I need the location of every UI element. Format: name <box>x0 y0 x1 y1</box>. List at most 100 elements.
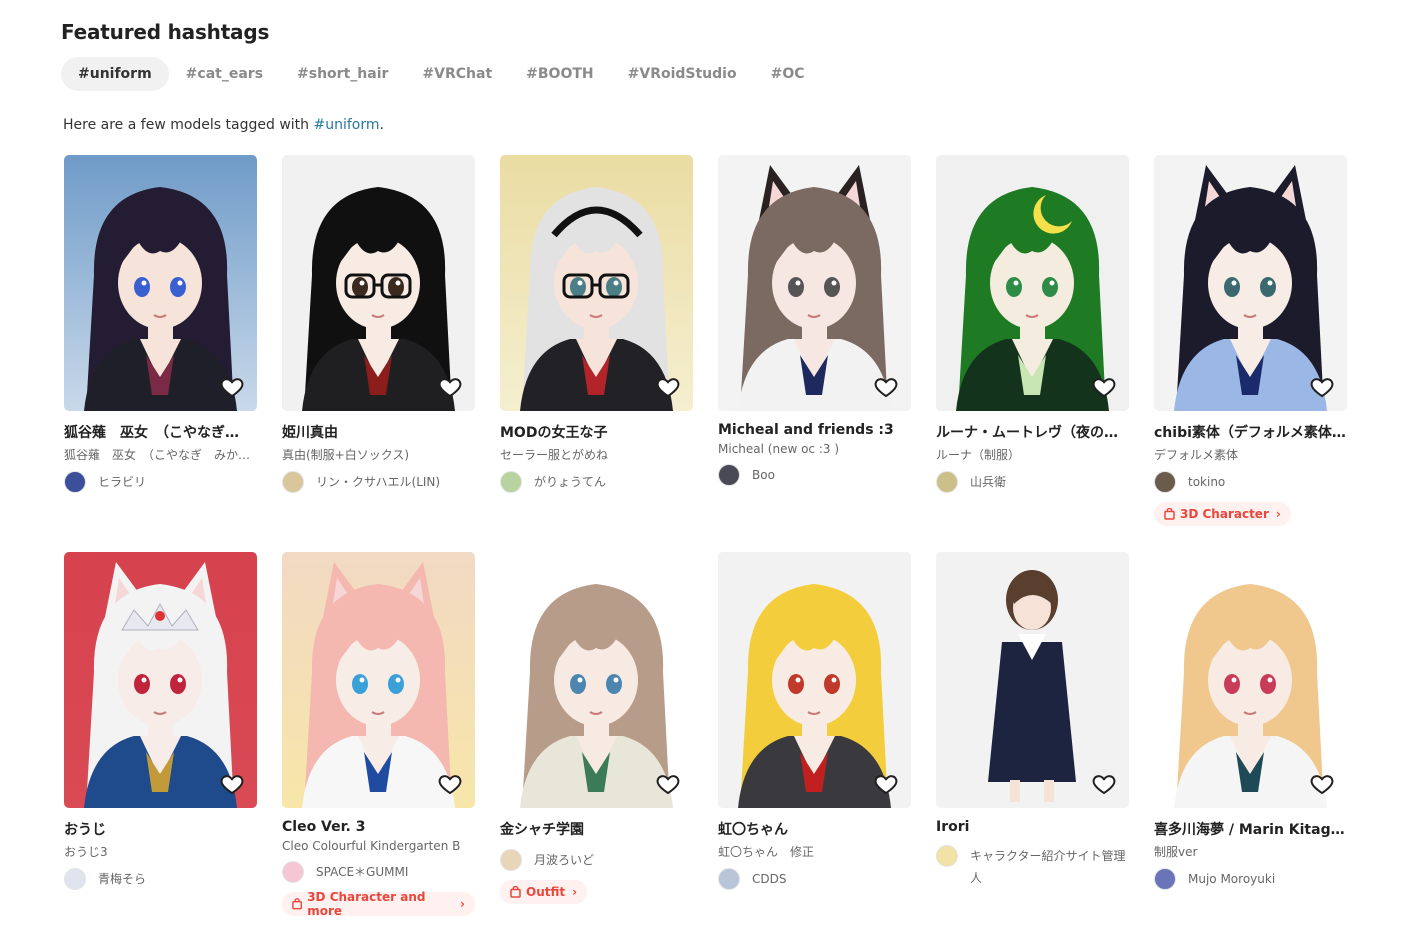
model-name[interactable]: 金シャチ学園 <box>500 819 693 839</box>
model-subtitle: Cleo Colourful Kindergarten B <box>282 839 461 853</box>
tag-uniform[interactable]: #uniform <box>61 57 169 91</box>
author-link[interactable]: SPACE＊GUMMI <box>282 861 475 883</box>
avatar <box>1154 471 1176 493</box>
model-card: 喜多川海夢 / Marin Kitagawa 制服ver Mujo Moroyu… <box>1154 552 1347 949</box>
tag-oc[interactable]: #OC <box>754 57 822 91</box>
chevron-right-icon: › <box>460 897 465 911</box>
category-badge[interactable]: 3D Character and more › <box>282 890 475 918</box>
intro-text: Here are a few models tagged with #unifo… <box>63 117 384 133</box>
author-link[interactable]: がりょうてん <box>500 471 693 493</box>
model-grid: 狐谷薙 巫女 （こやなぎ… 狐谷薙 巫女 （こやなぎ みか… ヒラビリ 姫川真由… <box>64 155 1347 949</box>
model-subtitle: デフォルメ素体 <box>1154 448 1239 462</box>
author-link[interactable]: 月波ろいど <box>500 849 693 871</box>
avatar <box>64 471 86 493</box>
model-thumbnail[interactable] <box>500 552 693 808</box>
model-card: おうじ おうじ3 青梅そら <box>64 552 257 949</box>
model-card: Micheal and friends :3 Micheal (new oc :… <box>718 155 911 552</box>
shopping-bag-icon <box>510 886 521 898</box>
author-name: Mujo Moroyuki <box>1188 872 1276 886</box>
model-subtitle: セーラー服とがめね <box>500 448 609 462</box>
model-name[interactable]: Cleo Ver. 3 <box>282 819 475 835</box>
model-name[interactable]: Irori <box>936 819 1129 835</box>
avatar <box>718 464 740 486</box>
model-card: 狐谷薙 巫女 （こやなぎ… 狐谷薙 巫女 （こやなぎ みか… ヒラビリ <box>64 155 257 552</box>
avatar <box>64 868 86 890</box>
author-name: CDDS <box>752 872 787 886</box>
model-card: ルーナ・ムートレヴ（夜の… ルーナ（制服） 山兵衛 <box>936 155 1129 552</box>
author-link[interactable]: リン・クサハエル(LIN) <box>282 471 475 493</box>
model-subtitle: 真由(制服+白ソックス) <box>282 448 410 462</box>
model-name[interactable]: 喜多川海夢 / Marin Kitagawa <box>1154 819 1347 839</box>
heart-icon[interactable] <box>1310 772 1334 796</box>
author-link[interactable]: Boo <box>718 464 911 486</box>
heart-icon[interactable] <box>220 375 244 399</box>
tag-short-hair[interactable]: #short_hair <box>280 57 405 91</box>
avatar <box>282 471 304 493</box>
avatar <box>500 849 522 871</box>
author-name: tokino <box>1188 475 1226 489</box>
heart-icon[interactable] <box>1092 772 1116 796</box>
tag-cat-ears[interactable]: #cat_ears <box>169 57 280 91</box>
author-link[interactable]: ヒラビリ <box>64 471 257 493</box>
heart-icon[interactable] <box>1092 375 1116 399</box>
model-thumbnail[interactable] <box>718 155 911 411</box>
author-link[interactable]: キャラクター紹介サイト管理人 <box>936 845 1129 889</box>
heart-icon[interactable] <box>874 772 898 796</box>
model-thumbnail[interactable] <box>936 552 1129 808</box>
model-name[interactable]: 虹〇ちゃん <box>718 819 911 839</box>
model-thumbnail[interactable] <box>64 155 257 411</box>
model-name[interactable]: おうじ <box>64 819 257 839</box>
section-title: Featured hashtags <box>61 20 270 44</box>
author-name: ヒラビリ <box>98 475 147 489</box>
model-thumbnail[interactable] <box>1154 552 1347 808</box>
author-name: キャラクター紹介サイト管理人 <box>970 849 1126 885</box>
category-badge[interactable]: Outfit › <box>500 880 588 904</box>
model-name[interactable]: Micheal and friends :3 <box>718 422 911 438</box>
model-thumbnail[interactable] <box>718 552 911 808</box>
author-link[interactable]: 山兵衛 <box>936 471 1129 493</box>
model-thumbnail[interactable] <box>936 155 1129 411</box>
model-thumbnail[interactable] <box>64 552 257 808</box>
category-badge[interactable]: 3D Character › <box>1154 502 1291 526</box>
model-subtitle: 虹〇ちゃん 修正 <box>718 845 815 859</box>
shopping-bag-icon <box>1164 508 1175 520</box>
intro-tag-link[interactable]: #uniform <box>314 117 380 133</box>
tag-vroidstudio[interactable]: #VRoidStudio <box>611 57 754 91</box>
model-thumbnail[interactable] <box>1154 155 1347 411</box>
model-card: 金シャチ学園 月波ろいど Outfit › <box>500 552 693 949</box>
author-link[interactable]: tokino <box>1154 471 1347 493</box>
model-thumbnail[interactable] <box>282 155 475 411</box>
hashtag-tabs: #uniform #cat_ears #short_hair #VRChat #… <box>61 57 822 91</box>
heart-icon[interactable] <box>438 772 462 796</box>
model-card: MODの女王な子 セーラー服とがめね がりょうてん <box>500 155 693 552</box>
author-link[interactable]: CDDS <box>718 868 911 890</box>
model-thumbnail[interactable] <box>282 552 475 808</box>
author-name: リン・クサハエル(LIN) <box>316 475 441 489</box>
tag-vrchat[interactable]: #VRChat <box>405 57 509 91</box>
model-card: chibi素体（デフォルメ素体… デフォルメ素体 tokino 3D Chara… <box>1154 155 1347 552</box>
model-name[interactable]: 狐谷薙 巫女 （こやなぎ… <box>64 422 257 442</box>
model-name[interactable]: 姫川真由 <box>282 422 475 442</box>
model-thumbnail[interactable] <box>500 155 693 411</box>
model-name[interactable]: ルーナ・ムートレヴ（夜の… <box>936 422 1129 442</box>
badge-label: 3D Character <box>1180 507 1269 521</box>
heart-icon[interactable] <box>438 375 462 399</box>
heart-icon[interactable] <box>656 375 680 399</box>
author-name: がりょうてん <box>534 475 607 489</box>
tag-booth[interactable]: #BOOTH <box>509 57 610 91</box>
avatar <box>936 471 958 493</box>
model-card: Cleo Ver. 3 Cleo Colourful Kindergarten … <box>282 552 475 949</box>
author-link[interactable]: 青梅そら <box>64 868 257 890</box>
heart-icon[interactable] <box>220 772 244 796</box>
author-link[interactable]: Mujo Moroyuki <box>1154 868 1347 890</box>
intro-prefix: Here are a few models tagged with <box>63 117 314 133</box>
model-name[interactable]: chibi素体（デフォルメ素体… <box>1154 422 1347 442</box>
model-name[interactable]: MODの女王な子 <box>500 422 693 442</box>
heart-icon[interactable] <box>656 772 680 796</box>
model-subtitle: 狐谷薙 巫女 （こやなぎ みか… <box>64 448 251 462</box>
model-subtitle: Micheal (new oc :3 ) <box>718 442 840 456</box>
heart-icon[interactable] <box>1310 375 1334 399</box>
model-subtitle: おうじ3 <box>64 845 108 859</box>
heart-icon[interactable] <box>874 375 898 399</box>
avatar <box>500 471 522 493</box>
